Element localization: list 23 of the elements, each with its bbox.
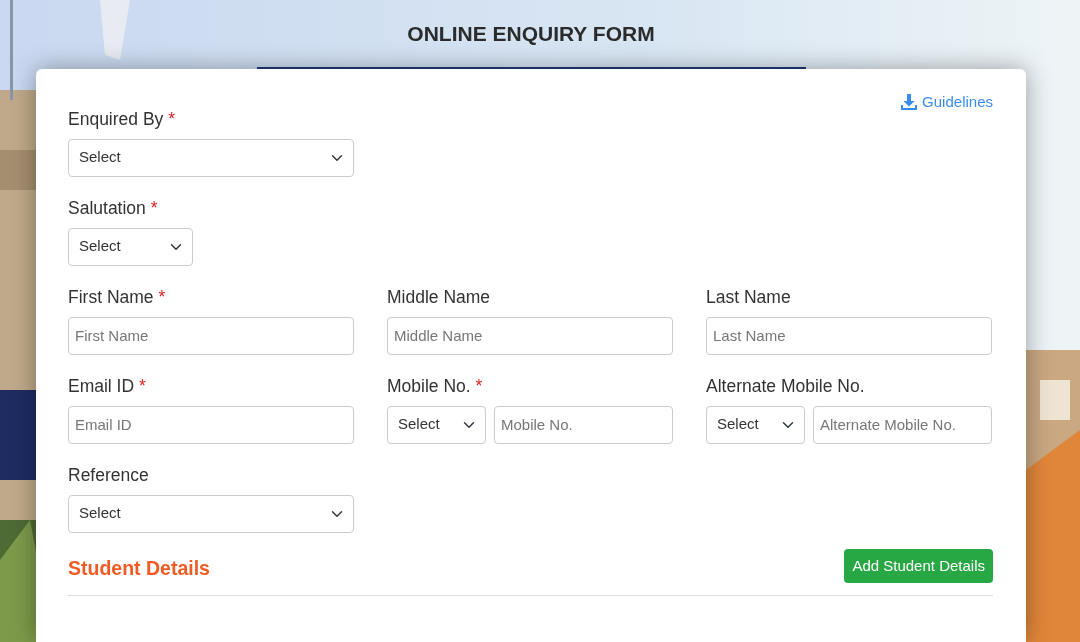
select-dropdown[interactable]: Select xyxy=(68,494,354,533)
field-label: Mobile No. * xyxy=(387,374,484,397)
input-field[interactable]: Middle Name xyxy=(387,316,673,355)
field-label: First Name * xyxy=(68,285,167,308)
input-field[interactable]: First Name xyxy=(68,316,354,355)
field-label: Last Name xyxy=(706,285,792,308)
field-label: Middle Name xyxy=(387,285,492,308)
field-label: Reference xyxy=(68,463,150,486)
field-label: Email ID * xyxy=(68,374,147,397)
download-icon xyxy=(900,93,919,112)
input-field[interactable]: Last Name xyxy=(706,316,992,355)
field-label: Enquired By * xyxy=(68,107,177,130)
field-label: Alternate Mobile No. xyxy=(706,374,866,397)
select-dropdown[interactable]: Select xyxy=(706,405,805,444)
select-dropdown[interactable]: Select xyxy=(68,138,354,177)
select-dropdown[interactable]: Select xyxy=(68,227,193,266)
field-label: Salutation * xyxy=(68,196,159,219)
section-heading: Student Details xyxy=(68,555,210,581)
input-field[interactable]: Email ID xyxy=(68,405,354,444)
input-field[interactable]: Mobile No. xyxy=(494,405,673,444)
select-dropdown[interactable]: Select xyxy=(387,405,486,444)
input-field[interactable]: Alternate Mobile No. xyxy=(813,405,992,444)
form-title: ONLINE ENQUIRY FORM xyxy=(407,21,655,47)
